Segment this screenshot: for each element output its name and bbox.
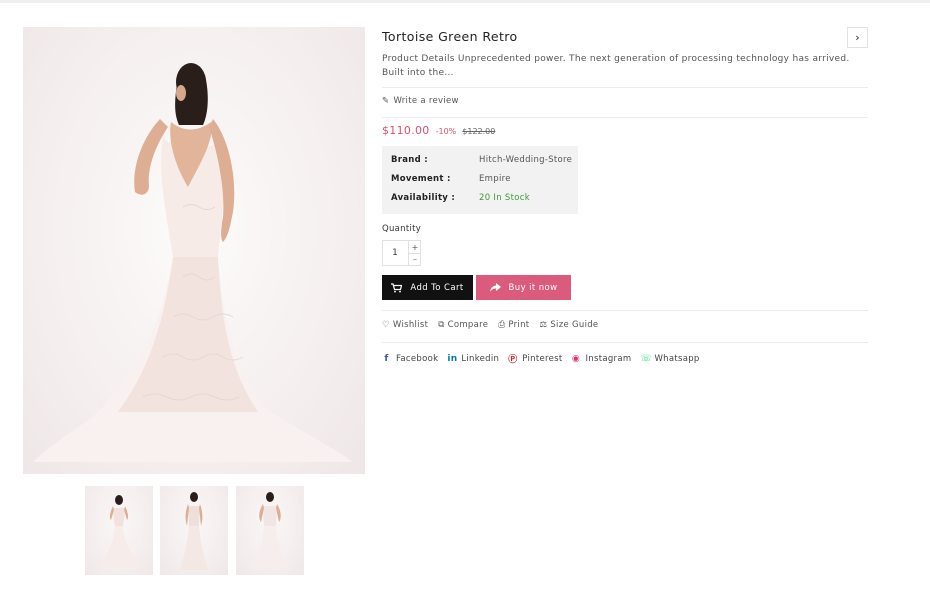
linkedin-label: Linkedin: [461, 353, 500, 364]
print-link[interactable]: ⎙ Print: [498, 320, 529, 330]
spec-value: Hitch-Wedding-Store: [479, 155, 573, 165]
chevron-right-icon: ›: [855, 31, 860, 44]
heart-icon: ♡: [382, 320, 390, 330]
spec-label: Movement :: [391, 174, 451, 184]
top-divider: [0, 0, 930, 3]
discount-badge: -10%: [435, 127, 457, 136]
next-product-button[interactable]: ›: [847, 27, 868, 48]
spec-value: Empire: [479, 174, 511, 184]
spec-label: Brand :: [391, 155, 429, 165]
quantity-input[interactable]: 1: [383, 241, 407, 265]
product-title: Tortoise Green Retro: [382, 29, 518, 44]
compare-icon: ⧉: [438, 320, 445, 330]
share-facebook[interactable]: f Facebook: [382, 352, 438, 365]
product-actions: ♡ Wishlist ⧉ Compare ⎙ Print ⚖ Size Guid…: [382, 320, 598, 330]
share-linkedin[interactable]: in Linkedin: [447, 352, 499, 365]
add-to-cart-label: Add To Cart: [410, 282, 464, 293]
social-share: f Facebook in Linkedin Ⓟ Pinterest ◉ Ins…: [382, 352, 700, 366]
instagram-label: Instagram: [585, 353, 632, 364]
buy-now-button[interactable]: Buy it now: [476, 275, 571, 300]
compare-label: Compare: [447, 320, 489, 330]
thumbnail-3[interactable]: [236, 486, 304, 575]
facebook-icon: f: [384, 353, 389, 364]
divider: [382, 87, 868, 88]
quantity-stepper[interactable]: 1 + –: [382, 240, 421, 266]
thumbnail-2[interactable]: [160, 486, 228, 575]
cart-icon: [391, 282, 403, 292]
main-product-image[interactable]: [23, 27, 365, 474]
share-instagram[interactable]: ◉ Instagram: [571, 352, 631, 365]
stock-status: 20 In Stock: [479, 193, 530, 203]
product-description: Product Details Unprecedented power. The…: [382, 54, 850, 78]
whatsapp-label: Whatsapp: [654, 353, 700, 364]
spec-label: Availability :: [391, 193, 456, 203]
divider: [382, 310, 868, 311]
share-arrow-icon: [489, 283, 501, 292]
write-review-label: Write a review: [393, 96, 459, 106]
buy-now-label: Buy it now: [508, 282, 558, 293]
instagram-icon: ◉: [571, 353, 581, 364]
size-guide-link[interactable]: ⚖ Size Guide: [539, 320, 598, 330]
divider: [382, 342, 868, 343]
share-pinterest[interactable]: Ⓟ Pinterest: [508, 352, 563, 366]
pinterest-label: Pinterest: [522, 353, 563, 364]
size-guide-icon: ⚖: [539, 320, 548, 330]
old-price: $122.00: [462, 127, 496, 136]
divider: [382, 117, 868, 118]
linkedin-icon: in: [447, 353, 458, 364]
quantity-decrease-button[interactable]: –: [408, 253, 421, 265]
quantity-label: Quantity: [382, 224, 422, 234]
print-label: Print: [508, 320, 530, 330]
current-price: $110.00: [382, 124, 430, 137]
pencil-icon: ✎: [382, 96, 390, 106]
spec-table: Brand : Hitch-Wedding-Store Movement : E…: [382, 146, 578, 214]
price-block: $110.00 -10% $122.00: [382, 124, 495, 137]
write-review-link[interactable]: ✎ Write a review: [382, 96, 459, 106]
facebook-label: Facebook: [396, 353, 439, 364]
size-guide-label: Size Guide: [550, 320, 599, 330]
compare-link[interactable]: ⧉ Compare: [438, 320, 488, 330]
share-whatsapp[interactable]: ☏ Whatsapp: [640, 352, 699, 365]
printer-icon: ⎙: [498, 320, 506, 330]
whatsapp-icon: ☏: [640, 353, 652, 364]
wishlist-label: Wishlist: [392, 320, 429, 330]
pinterest-icon: Ⓟ: [508, 355, 518, 365]
thumbnail-1[interactable]: [85, 486, 153, 575]
add-to-cart-button[interactable]: Add To Cart: [382, 275, 473, 300]
wishlist-link[interactable]: ♡ Wishlist: [382, 320, 428, 330]
